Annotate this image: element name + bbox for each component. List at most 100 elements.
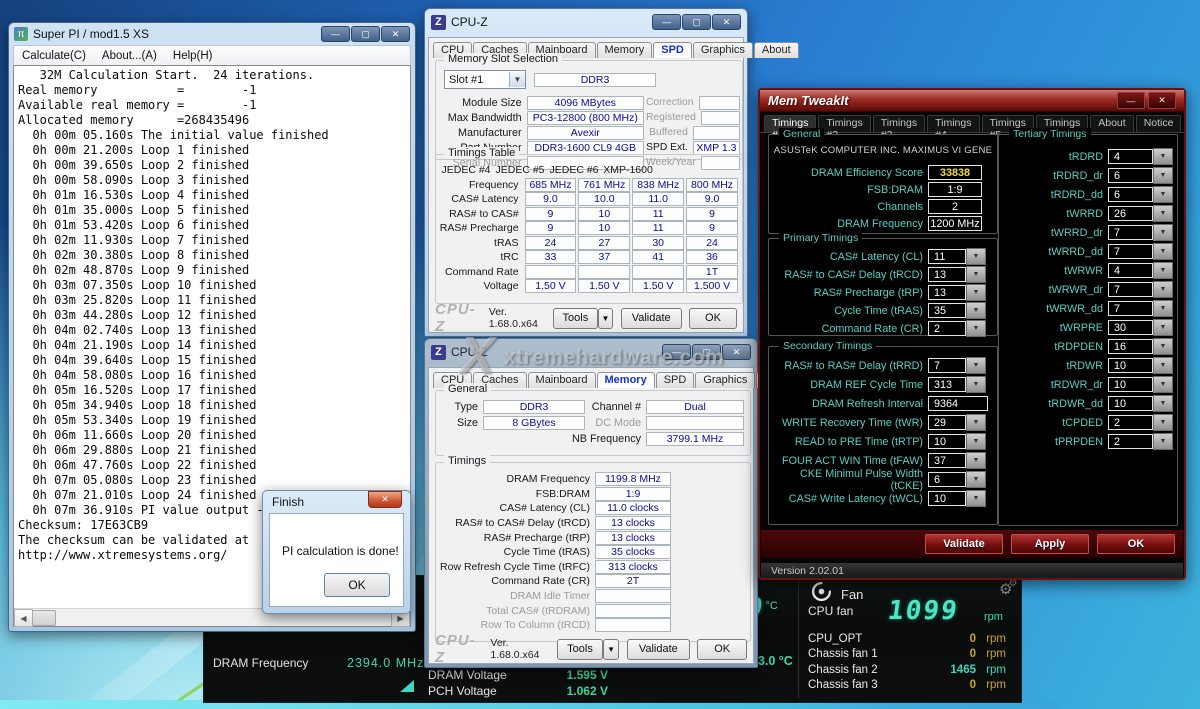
maximize-button[interactable]: ▢: [692, 344, 721, 360]
menu-item[interactable]: Calculate(C): [14, 50, 94, 62]
timing-value-field[interactable]: 10: [928, 491, 966, 506]
timing-value-field[interactable]: 7: [1108, 301, 1153, 316]
tools-button[interactable]: Tools: [557, 639, 603, 660]
spinner-button[interactable]: ▼: [966, 284, 986, 301]
timing-value-field[interactable]: 10: [928, 434, 966, 449]
spinner-button[interactable]: ▼: [966, 248, 986, 265]
tools-dropdown-arrow[interactable]: ▼: [598, 308, 614, 329]
close-button[interactable]: ✕: [381, 26, 410, 42]
timing-value-field[interactable]: 13: [928, 267, 966, 282]
timing-value-field[interactable]: 10: [1108, 377, 1153, 392]
timing-value-field[interactable]: 6: [928, 472, 966, 487]
close-button[interactable]: ✕: [722, 344, 751, 360]
timing-value-field[interactable]: 16: [1108, 339, 1153, 354]
timing-value-field[interactable]: 10: [1108, 396, 1153, 411]
minimize-button[interactable]: —: [652, 14, 681, 30]
timing-value-field[interactable]: 7: [1108, 282, 1153, 297]
superpi-titlebar[interactable]: π Super PI / mod1.5 XS — ▢ ✕: [9, 23, 415, 45]
spinner-button[interactable]: ▼: [1153, 243, 1173, 260]
spinner-button[interactable]: ▼: [1153, 300, 1173, 317]
scrollbar-thumb[interactable]: [32, 610, 56, 626]
chevron-down-icon[interactable]: ▼: [509, 72, 525, 87]
minimize-button[interactable]: —: [662, 344, 691, 360]
timing-value-field[interactable]: 9364: [928, 396, 988, 411]
scroll-left-arrow[interactable]: ◀: [14, 609, 33, 627]
spinner-button[interactable]: ▼: [966, 320, 986, 337]
timing-value-field[interactable]: 37: [928, 453, 966, 468]
timing-value-field[interactable]: 26: [1108, 206, 1153, 221]
cpuz-tab[interactable]: Memory: [597, 372, 655, 388]
timing-value-field[interactable]: 30: [1108, 320, 1153, 335]
timing-value-field[interactable]: 7: [1108, 244, 1153, 259]
memtweakit-tab[interactable]: Timings #2: [818, 115, 870, 132]
spinner-button[interactable]: ▼: [1153, 395, 1173, 412]
spinner-button[interactable]: ▼: [966, 471, 986, 488]
timing-value-field[interactable]: 4: [1108, 263, 1153, 278]
cpuz-tab[interactable]: Memory: [597, 42, 653, 58]
spinner-button[interactable]: ▼: [1153, 186, 1173, 203]
cpuz-tab[interactable]: Graphics: [695, 372, 755, 388]
spinner-button[interactable]: ▼: [1153, 281, 1173, 298]
spinner-button[interactable]: ▼: [1153, 319, 1173, 336]
spinner-button[interactable]: ▼: [966, 302, 986, 319]
cpuz-tab[interactable]: SPD: [653, 42, 692, 58]
spinner-button[interactable]: ▼: [1153, 338, 1173, 355]
spinner-button[interactable]: ▼: [966, 433, 986, 450]
spinner-button[interactable]: ▼: [1153, 148, 1173, 165]
spinner-button[interactable]: ▼: [1153, 376, 1173, 393]
timing-value-field[interactable]: 6: [1108, 168, 1153, 183]
timing-value-field[interactable]: 2: [928, 321, 966, 336]
minimize-button[interactable]: —: [1117, 92, 1145, 109]
timing-value-field[interactable]: 313: [928, 377, 966, 392]
panel-resize-triangle[interactable]: [400, 680, 414, 692]
maximize-button[interactable]: ▢: [351, 26, 380, 42]
memtweakit-tab[interactable]: Timings #3: [873, 115, 925, 132]
ok-button[interactable]: OK: [324, 573, 390, 597]
spinner-button[interactable]: ▼: [1153, 167, 1173, 184]
timing-value-field[interactable]: 35: [928, 303, 966, 318]
gear-icon[interactable]: ⚙⚙: [999, 578, 1017, 598]
timing-value-field[interactable]: 2: [1108, 434, 1153, 449]
minimize-button[interactable]: —: [321, 26, 350, 42]
cpuz-tab[interactable]: Mainboard: [528, 372, 596, 388]
timing-value-field[interactable]: 2: [1108, 415, 1153, 430]
cpuz-tab[interactable]: About: [754, 42, 799, 58]
spinner-button[interactable]: ▼: [966, 490, 986, 507]
validate-button[interactable]: Validate: [925, 534, 1003, 554]
menu-item[interactable]: About...(A): [94, 50, 165, 62]
cpuz-tab[interactable]: SPD: [656, 372, 695, 388]
cpuz-tab[interactable]: Graphics: [693, 42, 753, 58]
timing-value-field[interactable]: 6: [1108, 187, 1153, 202]
cpuz-titlebar[interactable]: Z CPU-Z — ▢ ✕: [425, 339, 757, 365]
spinner-button[interactable]: ▼: [966, 357, 986, 374]
spinner-button[interactable]: ▼: [1153, 205, 1173, 222]
spinner-button[interactable]: ▼: [1153, 262, 1173, 279]
tools-dropdown-arrow[interactable]: ▼: [603, 639, 619, 660]
spinner-button[interactable]: ▼: [1153, 224, 1173, 241]
memtweakit-tab[interactable]: Notice: [1136, 115, 1182, 132]
close-button[interactable]: ✕: [368, 491, 402, 508]
memtweakit-tab[interactable]: About: [1090, 115, 1133, 132]
memtweakit-tab[interactable]: Timings #4: [927, 115, 979, 132]
slot-dropdown[interactable]: Slot #1 ▼: [444, 70, 526, 89]
timing-value-field[interactable]: 7: [1108, 225, 1153, 240]
ok-button[interactable]: OK: [689, 308, 737, 329]
spinner-button[interactable]: ▼: [966, 452, 986, 469]
timing-value-field[interactable]: 13: [928, 285, 966, 300]
timing-value-field[interactable]: 29: [928, 415, 966, 430]
memtweakit-titlebar[interactable]: Mem TweakIt — ✕: [760, 90, 1184, 112]
menu-item[interactable]: Help(H): [165, 50, 221, 62]
spinner-button[interactable]: ▼: [966, 414, 986, 431]
maximize-button[interactable]: ▢: [682, 14, 711, 30]
apply-button[interactable]: Apply: [1011, 534, 1089, 554]
cpuz-titlebar[interactable]: Z CPU-Z — ▢ ✕: [425, 9, 747, 35]
ok-button[interactable]: OK: [697, 639, 747, 660]
close-button[interactable]: ✕: [1148, 92, 1176, 109]
timing-value-field[interactable]: 11: [928, 249, 966, 264]
validate-button[interactable]: Validate: [627, 639, 690, 660]
spinner-button[interactable]: ▼: [1153, 357, 1173, 374]
validate-button[interactable]: Validate: [621, 308, 682, 329]
timing-value-field[interactable]: 7: [928, 358, 966, 373]
timing-value-field[interactable]: 4: [1108, 149, 1153, 164]
spinner-button[interactable]: ▼: [1153, 433, 1173, 450]
